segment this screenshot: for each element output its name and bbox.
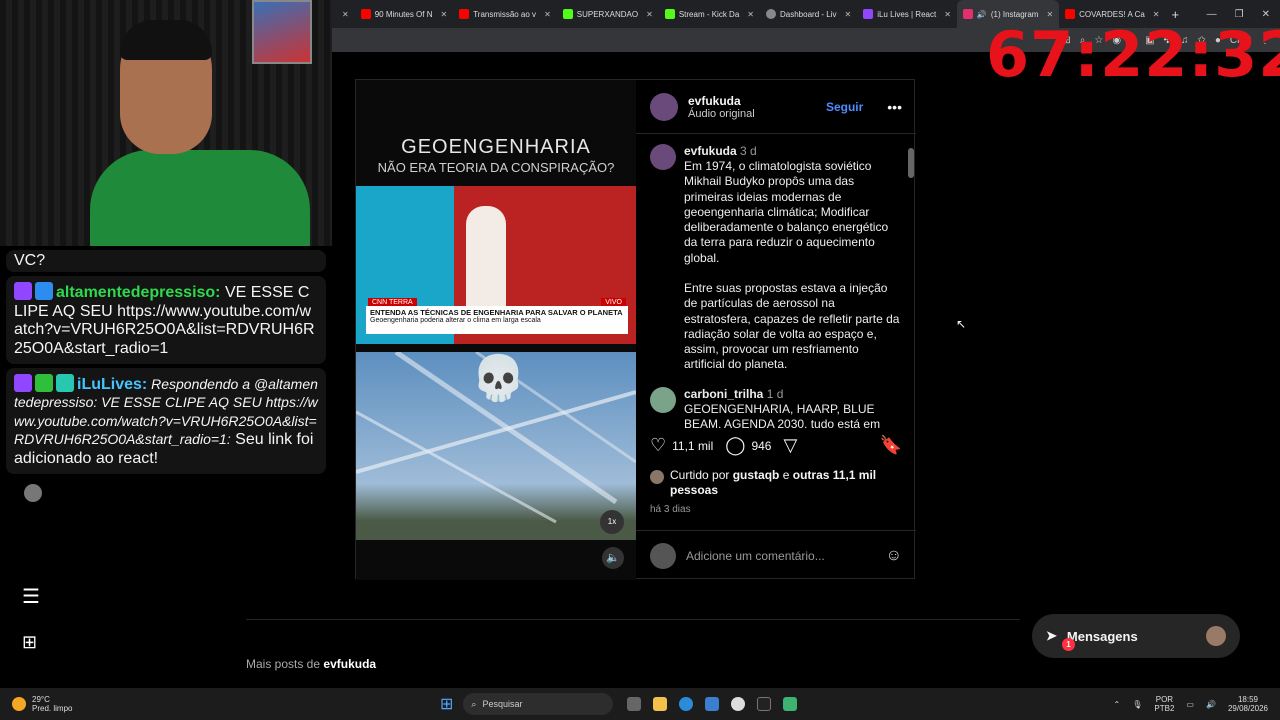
youtube-icon xyxy=(459,9,470,19)
task-view-icon[interactable] xyxy=(627,697,642,711)
heart-icon[interactable]: ♡ xyxy=(650,435,666,456)
twitch-icon xyxy=(14,282,32,301)
instagram-icon xyxy=(962,9,973,19)
post-header: evfukuda Áudio original Seguir ••• xyxy=(636,80,916,134)
comment-count: 946 xyxy=(751,438,772,453)
avatar xyxy=(650,470,664,484)
taskbar: 29°C Pred. limpo ⊞ ⌕ Pesquisar ⌃ 🎙 POR P… xyxy=(0,688,1280,720)
add-comment-bar: Adicione um comentário... ☺ xyxy=(636,530,916,580)
playback-rate[interactable]: 1x xyxy=(600,510,624,534)
tab-close[interactable]: ✕ xyxy=(332,0,355,28)
globe-icon xyxy=(766,9,776,19)
more-posts-heading: Mais posts de evfukuda xyxy=(246,657,377,671)
news-frame: CNN TERRA VIVO ENTENDA AS TÉCNICAS DE EN… xyxy=(356,186,636,344)
liked-by: Curtido por gustaqb e outras 11,1 mil pe… xyxy=(650,468,902,498)
comment-input[interactable]: Adicione um comentário... xyxy=(686,549,825,563)
avatar xyxy=(1206,626,1226,646)
folder-icon[interactable] xyxy=(653,697,668,711)
clock[interactable]: 18:59 29/08/2026 xyxy=(1228,695,1268,713)
edge-icon[interactable] xyxy=(679,697,694,711)
volume-icon[interactable]: 🔊 xyxy=(1206,700,1216,709)
stream-timer: 67:22:32 xyxy=(986,18,1280,91)
avatar[interactable] xyxy=(650,144,676,170)
post-username[interactable]: evfukuda xyxy=(688,94,755,108)
pinned-apps xyxy=(627,697,798,711)
wall-poster xyxy=(252,0,312,64)
chat-username: altamentedepressiso: xyxy=(56,284,221,302)
browser-tab[interactable]: 90 Minutes Of N ✕ xyxy=(355,0,454,28)
kick-icon xyxy=(562,9,573,19)
video-title: GEOENGENHARIA xyxy=(401,136,591,158)
caption-text: Entre suas propostas estava a injeção de… xyxy=(684,281,900,372)
mic-icon[interactable]: 🎙 xyxy=(1132,700,1142,709)
stream-chat: VC? altamentedepressiso: VE ESSE CLIPE A… xyxy=(0,246,332,720)
comments-list[interactable]: evfukuda 3 d Em 1974, o climatologista s… xyxy=(636,138,916,428)
video-subtitle: NÃO ERA TEORIA DA CONSPIRAÇÃO? xyxy=(377,160,615,175)
search-icon: ⌕ xyxy=(471,698,477,709)
viewer-avatar xyxy=(24,483,42,502)
avatar xyxy=(650,542,676,569)
chat-username: iLuLives: xyxy=(77,375,148,393)
obs-icon[interactable] xyxy=(731,697,746,711)
chat-message: altamentedepressiso: VE ESSE CLIPE AQ SE… xyxy=(6,276,326,364)
messages-button[interactable]: ➤ 1 Mensagens xyxy=(1032,614,1240,658)
emoji-icon[interactable]: ☺ xyxy=(886,547,902,565)
chat-message: iLuLives: Respondendo a @altamentedepres… xyxy=(6,367,326,474)
system-tray: ⌃ 🎙 POR PTB2 ▭ 🔊 18:59 29/08/2026 xyxy=(1114,695,1280,713)
avatar[interactable] xyxy=(650,386,676,413)
post-date: há 3 dias xyxy=(650,504,691,515)
chat-fragment: VC? xyxy=(6,250,326,273)
avatar[interactable] xyxy=(650,92,678,121)
taskbar-search[interactable]: ⌕ Pesquisar xyxy=(463,693,614,715)
twitch-icon xyxy=(14,373,32,392)
mouse-cursor: ↖ xyxy=(956,317,967,331)
comments-scrollbar[interactable] xyxy=(908,138,914,428)
bookmark-icon[interactable]: 🔖 xyxy=(880,435,902,456)
news-lower-third: ENTENDA AS TÉCNICAS DE ENGENHARIA PARA S… xyxy=(366,306,628,334)
more-options-icon[interactable]: ••• xyxy=(887,99,902,115)
post-actions: ♡ 11,1 mil ◯ 946 ▽ 🔖 xyxy=(650,435,902,456)
windows-start-icon[interactable]: ⊞ xyxy=(440,694,453,714)
share-icon[interactable]: ▽ xyxy=(783,435,797,456)
browser-tab[interactable]: Dashboard - Liv ✕ xyxy=(760,0,857,28)
ilu-icon xyxy=(863,9,874,19)
caption: evfukuda 3 d Em 1974, o climatologista s… xyxy=(650,144,902,373)
reel-video[interactable]: GEOENGENHARIA NÃO ERA TEORIA DA CONSPIRA… xyxy=(356,80,636,580)
unread-badge: 1 xyxy=(1062,638,1075,651)
divider xyxy=(246,619,1020,620)
browser-tab[interactable]: Stream - Kick Da ✕ xyxy=(659,0,760,28)
network-icon[interactable]: ▭ xyxy=(1186,700,1194,709)
instagram-post: GEOENGENHARIA NÃO ERA TEORIA DA CONSPIRA… xyxy=(355,79,916,580)
skull-icon: 💀 xyxy=(471,354,526,403)
send-icon: ➤ xyxy=(1046,628,1057,643)
kick-icon xyxy=(664,9,675,19)
youtube-icon xyxy=(360,9,371,19)
browser-tab[interactable]: iLu Lives | React ✕ xyxy=(857,0,957,28)
chevron-up-icon[interactable]: ⌃ xyxy=(1114,700,1121,709)
crown-icon xyxy=(35,282,53,301)
app-icon[interactable] xyxy=(783,697,798,711)
comment: carboni_trilha 1 d GEOENGENHARIA, HAARP,… xyxy=(650,386,902,428)
language-indicator[interactable]: POR PTB2 xyxy=(1154,695,1174,713)
browser-tab[interactable]: SUPERXANDAO ✕ xyxy=(557,0,659,28)
weather-icon xyxy=(12,697,26,711)
weather-widget[interactable]: 29°C Pred. limpo xyxy=(0,695,440,713)
webcam-feed xyxy=(0,0,332,246)
notion-icon[interactable] xyxy=(757,697,772,711)
audio-label[interactable]: Áudio original xyxy=(688,108,755,120)
robot-icon xyxy=(56,373,74,392)
store-icon[interactable] xyxy=(705,697,720,711)
menu-icon[interactable]: ☰ xyxy=(22,584,40,609)
comment-text: GEOENGENHARIA, HAARP, BLUE BEAM, AGENDA … xyxy=(684,401,881,428)
volume-icon[interactable]: 🔈 xyxy=(602,547,624,569)
like-count[interactable]: 11,1 mil xyxy=(672,439,713,453)
comment-icon[interactable]: ◯ xyxy=(725,435,745,456)
sword-icon xyxy=(35,373,53,392)
post-sidebar: evfukuda Áudio original Seguir ••• evfuk… xyxy=(636,80,916,580)
browser-tab[interactable]: Transmissão ao v ✕ xyxy=(453,0,557,28)
chemtrail-sky: 💀 1x xyxy=(356,352,636,540)
caption-text: Em 1974, o climatologista soviético Mikh… xyxy=(684,159,889,265)
follow-button[interactable]: Seguir xyxy=(826,100,863,114)
grid-icon[interactable]: ⊞ xyxy=(22,632,37,653)
